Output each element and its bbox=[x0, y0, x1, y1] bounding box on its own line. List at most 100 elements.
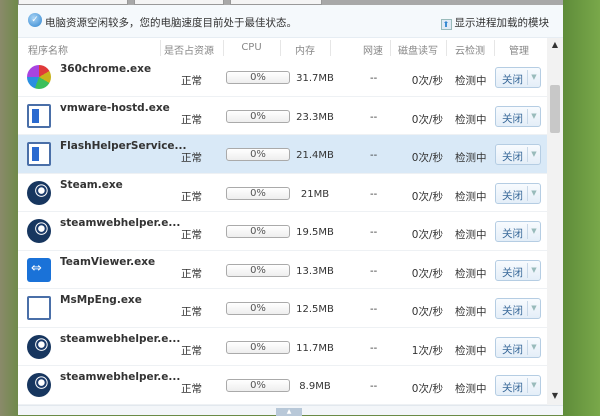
chevron-down-icon[interactable]: ▼ bbox=[527, 70, 540, 85]
cloud-check-status: 检测中 bbox=[455, 306, 487, 318]
table-row[interactable]: FlashHelperService... 正常 0% 21.4MB -- 0次… bbox=[18, 135, 547, 174]
col-manage[interactable]: 管理 bbox=[494, 42, 544, 57]
process-name: Steam.exe bbox=[60, 178, 123, 191]
cpu-bar: 0% bbox=[226, 225, 290, 238]
resource-status: 正常 bbox=[181, 152, 202, 164]
close-process-button[interactable]: 关闭 ▼ bbox=[495, 182, 541, 204]
process-name: steamwebhelper.e... bbox=[60, 217, 181, 229]
chevron-down-icon[interactable]: ▼ bbox=[527, 378, 540, 393]
col-cloud[interactable]: 云检测 bbox=[446, 42, 494, 57]
chevron-down-icon[interactable]: ▼ bbox=[527, 339, 540, 355]
resource-status: 正常 bbox=[181, 229, 202, 241]
process-name: MsMpEng.exe bbox=[60, 294, 142, 306]
cloud-check-status: 检测中 bbox=[455, 267, 487, 280]
cpu-bar: 0% bbox=[226, 302, 290, 315]
scroll-thumb[interactable] bbox=[550, 85, 560, 133]
chevron-down-icon[interactable]: ▼ bbox=[527, 108, 540, 124]
network-value: -- bbox=[370, 188, 378, 200]
close-label: 关闭 bbox=[502, 228, 523, 240]
close-label: 关闭 bbox=[502, 382, 523, 394]
network-value: -- bbox=[370, 150, 378, 161]
col-disk[interactable]: 磁盘读写 bbox=[390, 42, 446, 57]
cloud-check-status: 检测中 bbox=[455, 113, 487, 126]
upload-icon: ⬆ bbox=[440, 19, 452, 30]
resource-status: 正常 bbox=[181, 267, 202, 280]
disk-value: 1次/秒 bbox=[411, 344, 443, 357]
cpu-bar: 0% bbox=[226, 379, 290, 392]
process-name: steamwebhelper.e... bbox=[60, 332, 181, 345]
table-row[interactable]: MsMpEng.exe 正常 0% 12.5MB -- 0次/秒 检测中 关闭 ▼ bbox=[18, 289, 547, 328]
scroll-down-icon[interactable]: ▼ bbox=[547, 391, 563, 403]
show-modules-link[interactable]: ⬆ 显示进程加载的模块 bbox=[440, 15, 550, 30]
chevron-down-icon[interactable]: ▼ bbox=[527, 224, 540, 239]
disk-value: 0次/秒 bbox=[411, 306, 443, 318]
chevron-down-icon[interactable]: ▼ bbox=[527, 262, 540, 278]
table-row[interactable]: Steam.exe 正常 0% 21MB -- 0次/秒 检测中 关闭 ▼ bbox=[18, 174, 547, 212]
memory-value: 8.9MB bbox=[299, 381, 331, 392]
col-resource[interactable]: 是否占资源 bbox=[160, 42, 218, 57]
close-process-button[interactable]: 关闭 ▼ bbox=[495, 375, 541, 396]
network-value: -- bbox=[370, 227, 378, 238]
process-name: vmware-hostd.exe bbox=[60, 101, 170, 114]
close-label: 关闭 bbox=[502, 266, 523, 279]
close-process-button[interactable]: 关闭 ▼ bbox=[495, 221, 541, 242]
table-row[interactable]: vmware-hostd.exe 正常 0% 23.3MB -- 0次/秒 检测… bbox=[18, 97, 547, 135]
close-process-button[interactable]: 关闭 ▼ bbox=[495, 298, 541, 319]
cpu-bar: 0% bbox=[226, 186, 290, 200]
scroll-up-icon[interactable]: ▲ bbox=[547, 40, 563, 52]
close-label: 关闭 bbox=[502, 343, 523, 356]
close-label: 关闭 bbox=[502, 305, 523, 317]
network-value: -- bbox=[370, 342, 378, 354]
table-row[interactable]: steamwebhelper.e... 正常 0% 11.7MB -- 1次/秒… bbox=[18, 328, 547, 366]
process-list: 360chrome.exe 正常 0% 31.7MB -- 0次/秒 检测中 关… bbox=[18, 58, 547, 405]
cloud-check-status: 检测中 bbox=[455, 75, 487, 87]
disk-value: 0次/秒 bbox=[411, 75, 443, 87]
show-modules-label: 显示进程加载的模块 bbox=[454, 17, 550, 29]
cloud-check-status: 检测中 bbox=[455, 190, 487, 203]
cpu-bar: 0% bbox=[226, 340, 290, 354]
memory-value: 13.3MB bbox=[296, 265, 334, 277]
disk-value: 0次/秒 bbox=[411, 229, 443, 241]
cloud-check-status: 检测中 bbox=[455, 344, 487, 357]
close-process-button[interactable]: 关闭 ▼ bbox=[495, 144, 541, 165]
tv-app-icon bbox=[27, 257, 51, 282]
col-network[interactable]: 网速 bbox=[358, 42, 388, 57]
close-process-button[interactable]: 关闭 ▼ bbox=[495, 336, 541, 358]
network-value: -- bbox=[370, 73, 378, 84]
resource-status: 正常 bbox=[181, 75, 202, 87]
process-name: FlashHelperService... bbox=[60, 140, 187, 152]
process-name: 360chrome.exe bbox=[60, 63, 152, 75]
chevron-down-icon[interactable]: ▼ bbox=[527, 185, 540, 201]
table-row[interactable]: steamwebhelper.e... 正常 0% 8.9MB -- 0次/秒 … bbox=[18, 366, 547, 405]
steam-app-icon bbox=[27, 373, 51, 397]
steam-app-icon bbox=[27, 219, 51, 243]
chevron-down-icon[interactable]: ▼ bbox=[527, 147, 540, 162]
resource-status: 正常 bbox=[181, 113, 202, 126]
table-row[interactable]: steamwebhelper.e... 正常 0% 19.5MB -- 0次/秒… bbox=[18, 212, 547, 251]
close-process-button[interactable]: 关闭 ▼ bbox=[495, 105, 541, 127]
bottom-bar: ▲ bbox=[18, 405, 563, 416]
disk-value: 0次/秒 bbox=[411, 113, 443, 126]
memory-value: 11.7MB bbox=[296, 342, 334, 354]
resource-status: 正常 bbox=[181, 344, 202, 357]
col-memory[interactable]: 内存 bbox=[280, 42, 330, 57]
cpu-bar: 0% bbox=[226, 148, 290, 161]
close-label: 关闭 bbox=[502, 112, 523, 125]
status-message: 电脑资源空闲较多，您的电脑速度目前处于最佳状态。 bbox=[45, 17, 297, 29]
cloud-check-status: 检测中 bbox=[455, 229, 487, 241]
table-row[interactable]: 360chrome.exe 正常 0% 31.7MB -- 0次/秒 检测中 关… bbox=[18, 58, 547, 97]
memory-value: 12.5MB bbox=[296, 304, 334, 315]
table-row[interactable]: TeamViewer.exe 正常 0% 13.3MB -- 0次/秒 检测中 … bbox=[18, 251, 547, 289]
scrollbar[interactable]: ▲ ▼ bbox=[547, 38, 563, 405]
col-cpu[interactable]: CPU bbox=[223, 42, 280, 53]
resource-status: 正常 bbox=[181, 383, 202, 395]
close-process-button[interactable]: 关闭 ▼ bbox=[495, 259, 541, 281]
disk-value: 0次/秒 bbox=[411, 152, 443, 164]
close-label: 关闭 bbox=[502, 151, 523, 163]
memory-value: 23.3MB bbox=[296, 111, 334, 123]
disk-value: 0次/秒 bbox=[411, 267, 443, 280]
close-process-button[interactable]: 关闭 ▼ bbox=[495, 67, 541, 88]
col-name[interactable]: 程序名称 bbox=[28, 42, 68, 57]
chevron-down-icon[interactable]: ▼ bbox=[527, 301, 540, 316]
cloud-check-status: 检测中 bbox=[455, 383, 487, 395]
